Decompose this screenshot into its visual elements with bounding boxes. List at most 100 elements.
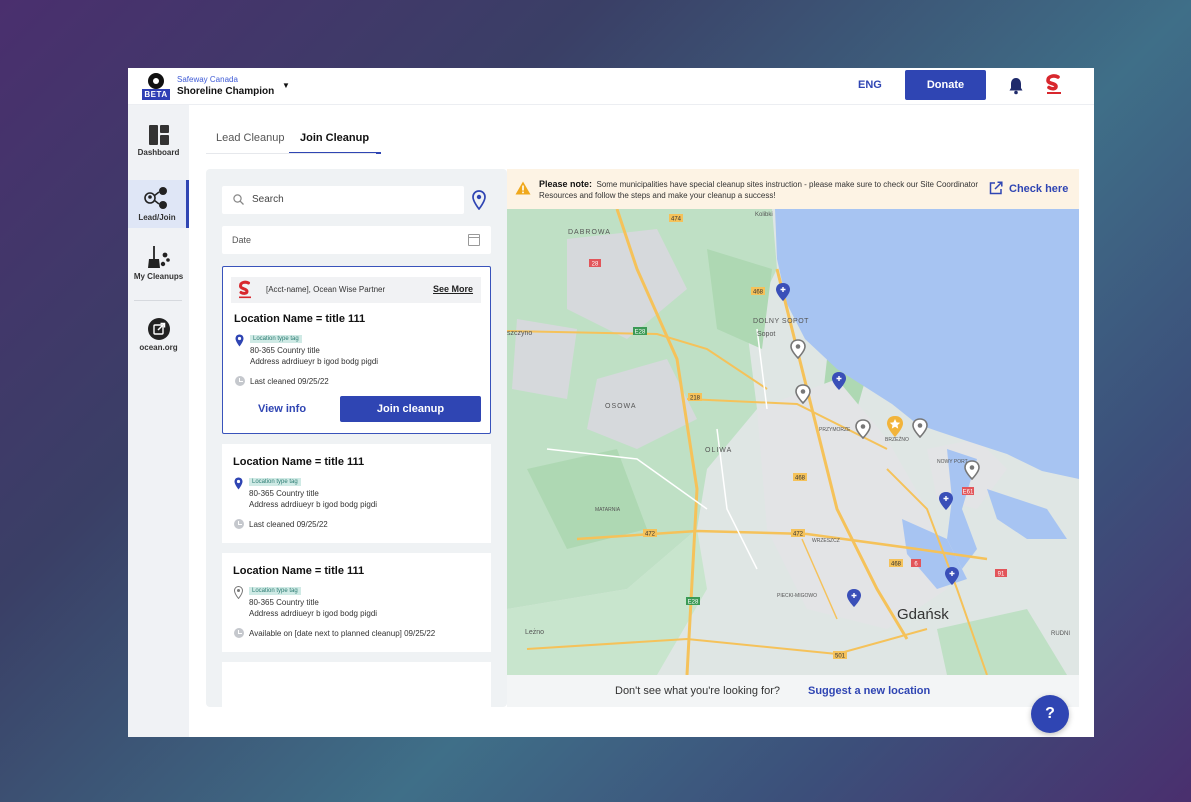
beta-badge: BETA xyxy=(142,89,170,100)
warning-icon xyxy=(515,181,531,195)
road-label: E61 xyxy=(963,490,974,496)
location-title: Location Name = title 111 xyxy=(233,456,365,468)
sidebar-item-label: My Cleanups xyxy=(133,272,184,281)
sidebar-item-label: Dashboard xyxy=(137,148,180,157)
road-label: E28 xyxy=(688,600,699,606)
location-type-tag: Location type tag xyxy=(250,335,302,343)
caret-down-icon[interactable]: ▼ xyxy=(282,81,290,90)
road-badge: 472 xyxy=(791,529,805,538)
place-label: OSOWA xyxy=(605,403,637,410)
search-input[interactable]: Search xyxy=(222,186,464,214)
road-label: 28 xyxy=(592,262,599,268)
search-icon xyxy=(233,194,244,205)
clock-icon xyxy=(234,628,244,638)
road-label: 468 xyxy=(891,562,902,568)
map-canvas[interactable]: 474 28 468 E28 218 468 472 472 E61 468 6… xyxy=(507,209,1079,675)
sidebar-divider xyxy=(134,300,182,301)
road-badge: 6 xyxy=(911,559,921,568)
place-label: RUDNI xyxy=(1051,631,1070,637)
road-badge: 468 xyxy=(751,287,765,296)
place-label: BRZEŹNO xyxy=(885,436,909,443)
sidebar-item-lead-join[interactable]: Lead/Join xyxy=(128,180,189,228)
clock-icon xyxy=(234,519,244,529)
last-cleaned-date: Last cleaned 09/25/22 xyxy=(250,377,329,386)
road-badge: 218 xyxy=(688,393,702,402)
map-panel: Please note: Some municipalities have sp… xyxy=(507,169,1079,707)
road-label: 472 xyxy=(645,532,656,538)
road-badge: 468 xyxy=(889,559,903,568)
road-label: 468 xyxy=(795,476,806,482)
check-here-link[interactable]: Check here xyxy=(1009,183,1068,195)
location-address-line1: 80-365 Country title xyxy=(250,346,320,355)
road-badge: E28 xyxy=(633,327,647,336)
org-name: Safeway Canada xyxy=(177,75,238,84)
see-more-link[interactable]: See More xyxy=(433,284,473,294)
road-badge: 91 xyxy=(995,569,1007,578)
notice-body: Some municipalities have special cleanup… xyxy=(539,180,979,200)
place-label: DABROWA xyxy=(568,229,611,236)
location-type-tag: Location type tag xyxy=(249,478,301,486)
app-window: BETA Safeway Canada Shoreline Champion ▼… xyxy=(128,68,1094,737)
suggest-location-link[interactable]: Suggest a new location xyxy=(808,685,930,697)
join-cleanup-button[interactable]: Join cleanup xyxy=(340,396,481,422)
safeway-logo-icon xyxy=(238,280,251,299)
suggest-question: Don't see what you're looking for? xyxy=(615,685,781,697)
location-address-line2: Address adrdiueyr b igod bodg pigdi xyxy=(249,609,378,618)
road-label: 474 xyxy=(671,217,682,223)
location-card[interactable]: [Acct-name], Ocean Wise Partner See More… xyxy=(222,266,491,434)
road-label: E28 xyxy=(635,330,646,336)
road-badge: 474 xyxy=(669,214,683,223)
notice-label: Please note: xyxy=(539,179,593,189)
location-title: Location Name = title 111 xyxy=(234,313,366,325)
road-label: 468 xyxy=(753,290,764,296)
road-badge: 472 xyxy=(643,529,657,538)
external-link-icon xyxy=(147,318,170,340)
tab-lead-cleanup[interactable]: Lead Cleanup xyxy=(216,126,290,154)
tab-join-cleanup[interactable]: Join Cleanup xyxy=(289,126,381,154)
location-pin-icon xyxy=(234,477,243,490)
help-button[interactable]: ? xyxy=(1031,695,1069,733)
location-pin-icon[interactable] xyxy=(472,190,486,210)
notice-text: Please note: Some municipalities have sp… xyxy=(539,179,979,201)
donate-button[interactable]: Donate xyxy=(905,70,986,100)
location-pin-icon xyxy=(234,586,243,599)
program-title[interactable]: Shoreline Champion xyxy=(177,86,274,97)
location-card[interactable] xyxy=(222,662,491,707)
bell-icon[interactable] xyxy=(1008,77,1024,95)
location-type-tag: Location type tag xyxy=(249,587,301,595)
logo-wheel-icon xyxy=(148,73,164,89)
location-address-line1: 80-365 Country title xyxy=(249,489,319,498)
location-card[interactable]: Location Name = title 111 Location type … xyxy=(222,553,491,652)
available-on-date: Available on [date next to planned clean… xyxy=(249,629,436,638)
view-info-button[interactable]: View info xyxy=(237,396,327,422)
sidebar-item-label: ocean.org xyxy=(139,343,178,352)
sidebar: Dashboard Lead/Join My Cleanups ocean.or… xyxy=(128,105,189,737)
calendar-icon[interactable] xyxy=(468,234,480,246)
place-label: Sopot xyxy=(757,331,775,338)
external-link-icon[interactable] xyxy=(989,181,1003,195)
place-label: PIECKI-MIGOWO xyxy=(777,593,817,599)
last-cleaned-date: Last cleaned 09/25/22 xyxy=(249,520,328,529)
location-card[interactable]: Location Name = title 111 Location type … xyxy=(222,444,491,543)
sidebar-item-my-cleanups[interactable]: My Cleanups xyxy=(128,245,189,289)
top-bar: BETA Safeway Canada Shoreline Champion ▼… xyxy=(128,68,1094,105)
date-field[interactable]: Date xyxy=(222,226,491,254)
date-placeholder: Date xyxy=(232,235,252,245)
place-label: PRZYMORZE xyxy=(819,427,851,433)
partner-name: [Acct-name], Ocean Wise Partner xyxy=(266,285,386,294)
place-label: Leżno xyxy=(525,629,544,636)
place-label: szczyno xyxy=(507,330,532,337)
city-label: Gdańsk xyxy=(897,606,949,623)
app-logo[interactable]: BETA xyxy=(142,73,170,101)
road-badge: 28 xyxy=(589,259,601,268)
road-label: 218 xyxy=(690,396,701,402)
sidebar-item-ocean-org[interactable]: ocean.org xyxy=(128,318,189,362)
language-toggle[interactable]: ENG xyxy=(858,79,882,91)
dashboard-icon xyxy=(148,125,169,145)
place-label: WRZESZCZ xyxy=(812,538,840,544)
location-pin-icon xyxy=(235,334,244,347)
road-label: 472 xyxy=(793,532,804,538)
search-placeholder: Search xyxy=(252,194,284,205)
safeway-logo-icon[interactable] xyxy=(1044,74,1064,96)
sidebar-item-dashboard[interactable]: Dashboard xyxy=(128,125,189,165)
